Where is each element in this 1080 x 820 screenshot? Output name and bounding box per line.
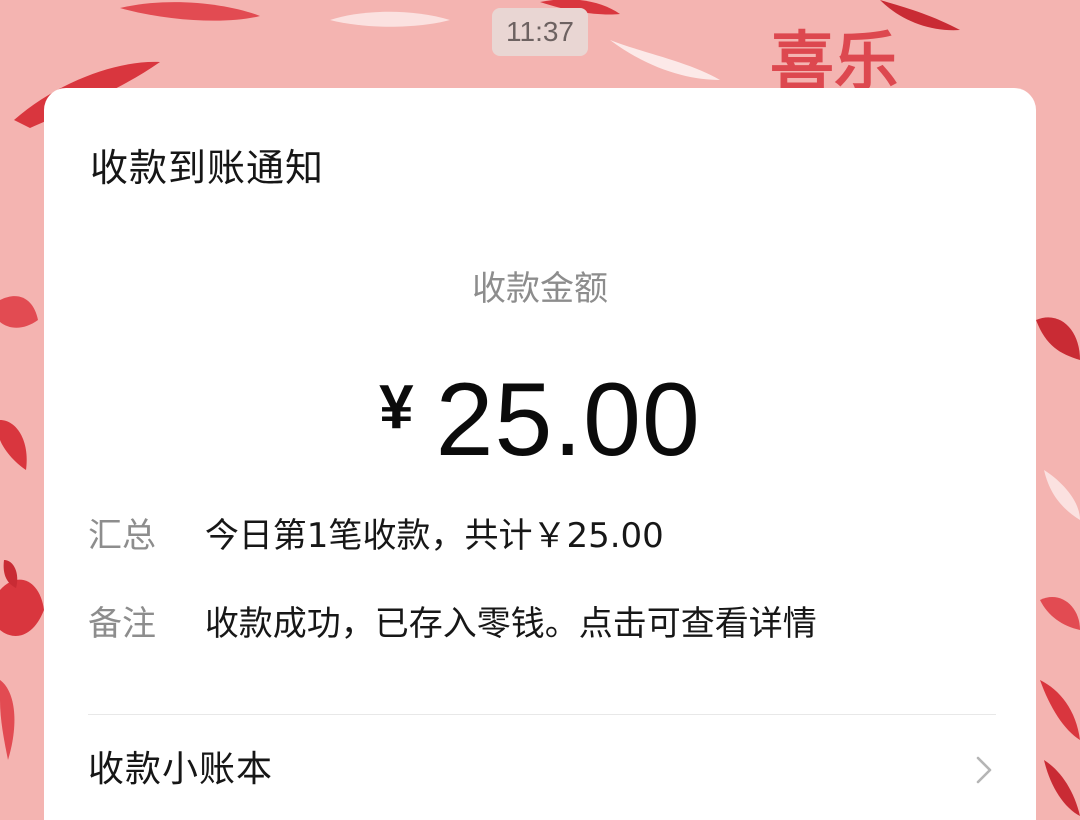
amount-display: ¥25.00 xyxy=(44,354,1036,517)
chevron-right-icon xyxy=(976,756,992,784)
amount-label: 收款金额 xyxy=(472,269,608,309)
currency-symbol: ¥ xyxy=(379,373,414,442)
note-row: 备注 收款成功，已存入零钱。点击可查看详情 xyxy=(88,597,817,651)
amount-value: 25.00 xyxy=(435,362,701,478)
payment-notification-card[interactable]: 收款到账通知 收款金额 ¥25.00 汇总 今日第1笔收款，共计￥25.00 备… xyxy=(44,88,1036,820)
summary-row: 汇总 今日第1笔收款，共计￥25.00 xyxy=(88,509,664,563)
note-value: 收款成功，已存入零钱。点击可查看详情 xyxy=(204,604,817,644)
summary-label: 汇总 xyxy=(88,516,156,556)
divider xyxy=(88,714,996,715)
summary-value: 今日第1笔收款，共计￥25.00 xyxy=(204,516,664,556)
ledger-link-label: 收款小账本 xyxy=(88,749,274,790)
note-label: 备注 xyxy=(88,604,156,644)
message-timestamp: 11:37 xyxy=(492,8,588,56)
card-title: 收款到账通知 xyxy=(90,146,325,190)
ledger-link[interactable]: 收款小账本 xyxy=(88,743,1000,797)
